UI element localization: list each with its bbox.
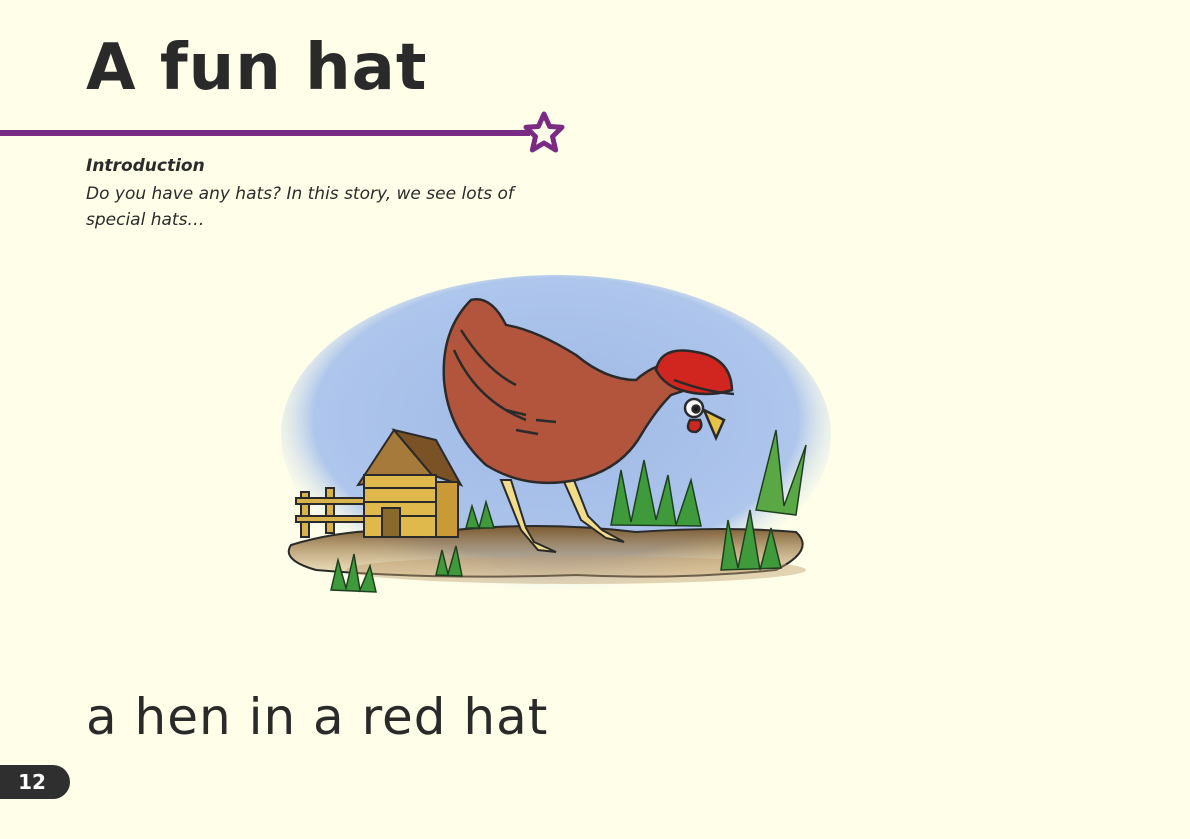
introduction-text: Do you have any hats? In this story, we … <box>86 184 514 230</box>
story-sentence: a hen in a red hat <box>86 688 549 746</box>
page-number-badge: 12 <box>0 765 70 799</box>
hen-illustration <box>281 275 831 595</box>
page-title: A fun hat <box>86 31 428 105</box>
introduction-heading: Introduction <box>86 156 205 176</box>
title-underline-star <box>0 111 565 153</box>
star-icon <box>523 111 565 153</box>
